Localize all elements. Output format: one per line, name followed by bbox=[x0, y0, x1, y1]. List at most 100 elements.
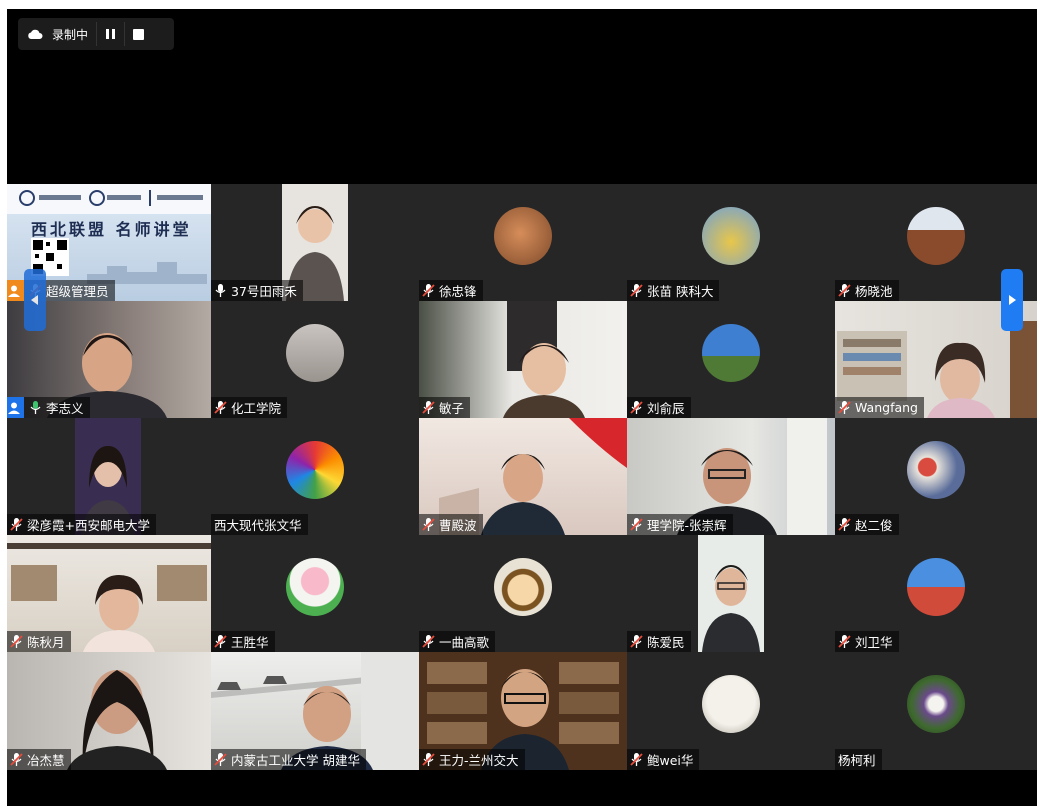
participant-name: 杨柯利 bbox=[838, 753, 876, 768]
participant-name-bar: 杨柯利 bbox=[835, 749, 882, 770]
participant-name-bar: 张苗 陕科大 bbox=[627, 280, 720, 301]
chevron-right-icon bbox=[1009, 295, 1016, 305]
participant-name: 王力-兰州交大 bbox=[439, 753, 519, 768]
participant-avatar bbox=[494, 206, 552, 265]
participant-name: 张苗 陕科大 bbox=[647, 284, 714, 299]
participant-name-bar: 曹殿波 bbox=[419, 514, 483, 535]
previous-page-button[interactable] bbox=[24, 269, 46, 331]
banner-logos bbox=[7, 184, 211, 214]
participant-name: 内蒙古工业大学 胡建华 bbox=[231, 753, 360, 768]
participant-name-bar: 陈爱民 bbox=[627, 631, 691, 652]
video-tile[interactable]: 鲍wei华 bbox=[627, 652, 835, 770]
video-tile[interactable]: 内蒙古工业大学 胡建华 bbox=[211, 652, 419, 770]
participant-name-bar: 杨晓池 bbox=[835, 280, 899, 301]
chevron-left-icon bbox=[31, 295, 38, 305]
stop-recording-button[interactable] bbox=[124, 22, 152, 46]
participant-name-bar: Wangfang bbox=[835, 397, 924, 418]
participant-avatar bbox=[907, 206, 965, 265]
video-tile[interactable]: 刘卫华 bbox=[835, 535, 1037, 652]
mic-muted-icon bbox=[422, 401, 435, 414]
mic-icon bbox=[30, 401, 41, 414]
video-tile[interactable]: 王胜华 bbox=[211, 535, 419, 652]
participant-name: 冶杰慧 bbox=[27, 753, 65, 768]
participant-name-bar: 王胜华 bbox=[211, 631, 275, 652]
participant-name-bar: 37号田雨禾 bbox=[211, 280, 303, 301]
mic-muted-icon bbox=[10, 635, 23, 648]
participant-avatar bbox=[286, 323, 344, 382]
meeting-window: 录制中 西北联盟 名师讲堂 超级管理员 37号田雨禾 徐忠锋 张苗 陕科大 杨晓… bbox=[7, 9, 1037, 806]
participant-name: 曹殿波 bbox=[439, 518, 477, 533]
mic-muted-icon bbox=[214, 401, 227, 414]
participant-name: 陈爱民 bbox=[647, 635, 685, 650]
participant-name: 梁彦霞+西安邮电大学 bbox=[27, 518, 150, 533]
participant-name-bar: 刘卫华 bbox=[835, 631, 899, 652]
cohost-badge bbox=[7, 397, 24, 418]
participant-name-bar: 内蒙古工业大学 胡建华 bbox=[211, 749, 366, 770]
stop-icon bbox=[133, 28, 145, 40]
participant-name-bar: 化工学院 bbox=[211, 397, 288, 418]
video-tile[interactable]: 冶杰慧 bbox=[7, 652, 211, 770]
mic-muted-icon bbox=[630, 518, 643, 531]
video-tile[interactable]: 赵二俊 bbox=[835, 418, 1037, 535]
video-tile[interactable]: 37号田雨禾 bbox=[211, 184, 419, 301]
video-tile[interactable]: 刘俞辰 bbox=[627, 301, 835, 418]
recording-status: 录制中 bbox=[52, 27, 89, 42]
video-tile[interactable]: 一曲高歌 bbox=[419, 535, 627, 652]
participant-name-bar: 敏子 bbox=[419, 397, 471, 418]
participant-name-bar: 冶杰慧 bbox=[7, 749, 71, 770]
participant-avatar bbox=[286, 557, 344, 616]
pause-recording-button[interactable] bbox=[96, 22, 124, 46]
participant-name-bar: 鲍wei华 bbox=[627, 749, 700, 770]
participant-name: 陈秋月 bbox=[27, 635, 65, 650]
video-tile[interactable]: 化工学院 bbox=[211, 301, 419, 418]
participant-name-bar: 一曲高歌 bbox=[419, 631, 496, 652]
next-page-button[interactable] bbox=[1001, 269, 1023, 331]
video-tile[interactable]: 梁彦霞+西安邮电大学 bbox=[7, 418, 211, 535]
participant-avatar bbox=[702, 323, 760, 382]
video-tile[interactable]: 王力-兰州交大 bbox=[419, 652, 627, 770]
participant-name: 赵二俊 bbox=[855, 518, 893, 533]
video-tile[interactable]: 理学院-张崇辉 bbox=[627, 418, 835, 535]
mic-icon bbox=[215, 284, 226, 297]
participant-avatar bbox=[286, 440, 344, 499]
banner-title: 西北联盟 名师讲堂 bbox=[31, 220, 192, 239]
participant-name-bar: 梁彦霞+西安邮电大学 bbox=[7, 514, 156, 535]
video-tile[interactable]: 杨柯利 bbox=[835, 652, 1037, 770]
mic-muted-icon bbox=[422, 284, 435, 297]
mic-muted-icon bbox=[838, 635, 851, 648]
video-tile[interactable]: 敏子 bbox=[419, 301, 627, 418]
video-tile[interactable]: 西大现代张文华 bbox=[211, 418, 419, 535]
mic-muted-icon bbox=[10, 753, 23, 766]
participant-avatar bbox=[702, 675, 760, 733]
participant-avatar bbox=[494, 557, 552, 616]
participant-name: 杨晓池 bbox=[855, 284, 893, 299]
mic-muted-icon bbox=[630, 635, 643, 648]
participant-name-bar: 王力-兰州交大 bbox=[419, 749, 525, 770]
participant-avatar bbox=[907, 557, 965, 616]
participant-avatar bbox=[907, 440, 965, 499]
video-tile[interactable]: 曹殿波 bbox=[419, 418, 627, 535]
participant-name: 化工学院 bbox=[231, 401, 282, 416]
participant-name: 西大现代张文华 bbox=[214, 518, 302, 533]
cloud-icon bbox=[18, 18, 52, 50]
mic-muted-icon bbox=[630, 284, 643, 297]
participant-name-bar: 西大现代张文华 bbox=[211, 514, 308, 535]
participant-avatar bbox=[702, 206, 760, 265]
participant-name-bar: 李志义 bbox=[7, 397, 90, 418]
participant-name-bar: 理学院-张崇辉 bbox=[627, 514, 733, 535]
participant-name-bar: 徐忠锋 bbox=[419, 280, 483, 301]
mic-muted-icon bbox=[838, 401, 851, 414]
participant-name: 超级管理员 bbox=[46, 284, 109, 299]
mic-muted-icon bbox=[422, 753, 435, 766]
mic-muted-icon bbox=[214, 753, 227, 766]
person-icon bbox=[8, 285, 20, 297]
video-tile[interactable]: 徐忠锋 bbox=[419, 184, 627, 301]
host-badge bbox=[7, 280, 24, 301]
mic-muted-icon bbox=[630, 401, 643, 414]
participant-name: 王胜华 bbox=[231, 635, 269, 650]
mic-muted-icon bbox=[838, 518, 851, 531]
video-tile[interactable]: 张苗 陕科大 bbox=[627, 184, 835, 301]
participant-avatar bbox=[907, 675, 965, 733]
video-tile[interactable]: 陈秋月 bbox=[7, 535, 211, 652]
video-tile[interactable]: 陈爱民 bbox=[627, 535, 835, 652]
